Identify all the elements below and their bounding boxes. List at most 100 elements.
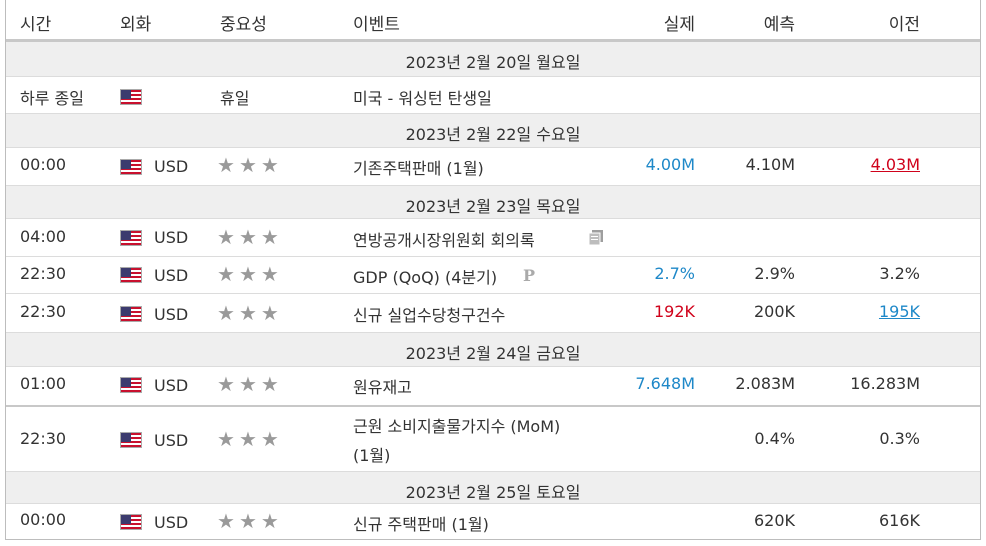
previous-value[interactable]: 195K [879,302,920,321]
time-cell: 01:00 [20,374,67,393]
table-row[interactable]: 22:30 USD ★★★ 신규 실업수당청구건수 192K 200K 195K [6,294,980,333]
table-header: 시간 외화 중요성 이벤트 실제 예측 이전 [6,0,980,42]
us-flag-icon [120,377,142,393]
currency-cell: USD [154,228,189,247]
us-flag-icon [120,159,142,175]
event-name-continued[interactable]: (1월) [353,442,390,466]
time-cell: 22:30 [20,302,67,321]
importance-stars: ★★★ [217,427,283,451]
date-row: 2023년 2월 20일 월요일 [6,42,980,77]
star-icon: ★ [260,262,283,286]
currency-cell: USD [154,157,189,176]
event-name[interactable]: 미국 - 워싱턴 탄생일 [353,85,492,109]
table-row[interactable]: 22:30 USD ★★★ 근원 소비지출물가지수 (MoM) (1월) 0.4… [6,407,980,472]
star-icon: ★ [217,372,239,396]
star-icon: ★ [238,509,261,533]
event-name[interactable]: GDP (QoQ) (4분기) [353,264,497,288]
importance-stars: ★★★ [217,372,283,396]
header-actual[interactable]: 실제 [664,10,695,35]
star-icon: ★ [260,301,283,325]
header-previous[interactable]: 이전 [889,10,920,35]
previous-value[interactable]: 4.03M [871,155,920,174]
star-icon: ★ [260,225,283,249]
us-flag-icon [120,514,142,530]
date-row: 2023년 2월 22일 수요일 [6,114,980,148]
star-icon: ★ [217,509,239,533]
star-icon: ★ [238,262,261,286]
previous-value: 3.2% [879,264,920,283]
event-name[interactable]: 신규 주택판매 (1월) [353,511,489,535]
event-name[interactable]: 연방공개시장위원회 회의록 [353,227,535,251]
p-icon: P [523,266,536,285]
forecast-value: 2.083M [735,374,795,393]
star-icon: ★ [238,301,261,325]
date-label: 2023년 2월 24일 금요일 [405,344,581,363]
star-icon: ★ [238,427,261,451]
star-icon: ★ [217,301,239,325]
time-cell: 22:30 [20,429,67,448]
importance-stars: ★★★ [217,301,283,325]
time-cell: 하루 종일 [20,89,84,108]
currency-cell: USD [154,266,189,285]
actual-value: 192K [653,302,695,321]
forecast-value: 200K [753,302,795,321]
header-importance[interactable]: 중요성 [220,10,267,35]
star-icon: ★ [217,225,239,249]
header-event[interactable]: 이벤트 [353,10,400,35]
header-currency[interactable]: 외화 [120,10,151,35]
star-icon: ★ [260,153,283,177]
date-label: 2023년 2월 22일 수요일 [405,125,581,144]
date-row: 2023년 2월 25일 토요일 [6,472,980,504]
star-icon: ★ [238,372,261,396]
table-row[interactable]: 01:00 USD ★★★ 원유재고 7.648M 2.083M 16.283M [6,367,980,407]
date-row: 2023년 2월 24일 금요일 [6,333,980,367]
importance-stars: ★★★ [217,153,283,177]
economic-calendar: 시간 외화 중요성 이벤트 실제 예측 이전 2023년 2월 20일 월요일 … [5,0,981,540]
time-cell: 00:00 [20,155,67,174]
table-row[interactable]: 04:00 USD ★★★ 연방공개시장위원회 회의록 [6,219,980,257]
date-label: 2023년 2월 23일 목요일 [405,197,581,216]
importance-stars: ★★★ [217,262,283,286]
event-name[interactable]: 신규 실업수당청구건수 [353,302,505,326]
star-icon: ★ [260,427,283,451]
importance-stars: ★★★ [217,509,283,533]
currency-cell: USD [154,431,189,450]
table-row[interactable]: 하루 종일 휴일 미국 - 워싱턴 탄생일 [6,77,980,114]
document-icon[interactable] [589,230,604,245]
currency-cell: USD [154,376,189,395]
header-forecast[interactable]: 예측 [764,10,795,35]
forecast-value: 2.9% [754,264,795,283]
previous-value: 16.283M [850,374,920,393]
event-name[interactable]: 원유재고 [353,374,412,398]
star-icon: ★ [217,262,239,286]
us-flag-icon [120,89,142,105]
actual-value: 4.00M [645,155,695,174]
star-icon: ★ [238,153,261,177]
us-flag-icon [120,267,142,283]
star-icon: ★ [260,372,283,396]
star-icon: ★ [238,225,261,249]
date-label: 2023년 2월 20일 월요일 [405,53,581,72]
header-time[interactable]: 시간 [20,10,51,35]
us-flag-icon [120,432,142,448]
importance-stars: ★★★ [217,225,283,249]
forecast-value: 4.10M [745,155,795,174]
table-row[interactable]: 22:30 USD ★★★ GDP (QoQ) (4분기) P 2.7% 2.9… [6,257,980,294]
time-cell: 00:00 [20,510,67,529]
us-flag-icon [120,230,142,246]
holiday-label: 휴일 [220,89,250,108]
forecast-value: 620K [753,511,795,530]
us-flag-icon [120,306,142,322]
event-name[interactable]: 기존주택판매 (1월) [353,155,484,179]
date-label: 2023년 2월 25일 토요일 [405,483,581,502]
star-icon: ★ [217,153,239,177]
event-name[interactable]: 근원 소비지출물가지수 (MoM) [353,413,560,437]
table-row[interactable]: 00:00 USD ★★★ 신규 주택판매 (1월) 620K 616K [6,504,980,540]
currency-cell: USD [154,305,189,324]
currency-cell: USD [154,513,189,532]
time-cell: 22:30 [20,264,67,283]
table-row[interactable]: 00:00 USD ★★★ 기존주택판매 (1월) 4.00M 4.10M 4.… [6,148,980,186]
previous-value: 616K [878,511,920,530]
time-cell: 04:00 [20,227,67,246]
forecast-value: 0.4% [754,429,795,448]
